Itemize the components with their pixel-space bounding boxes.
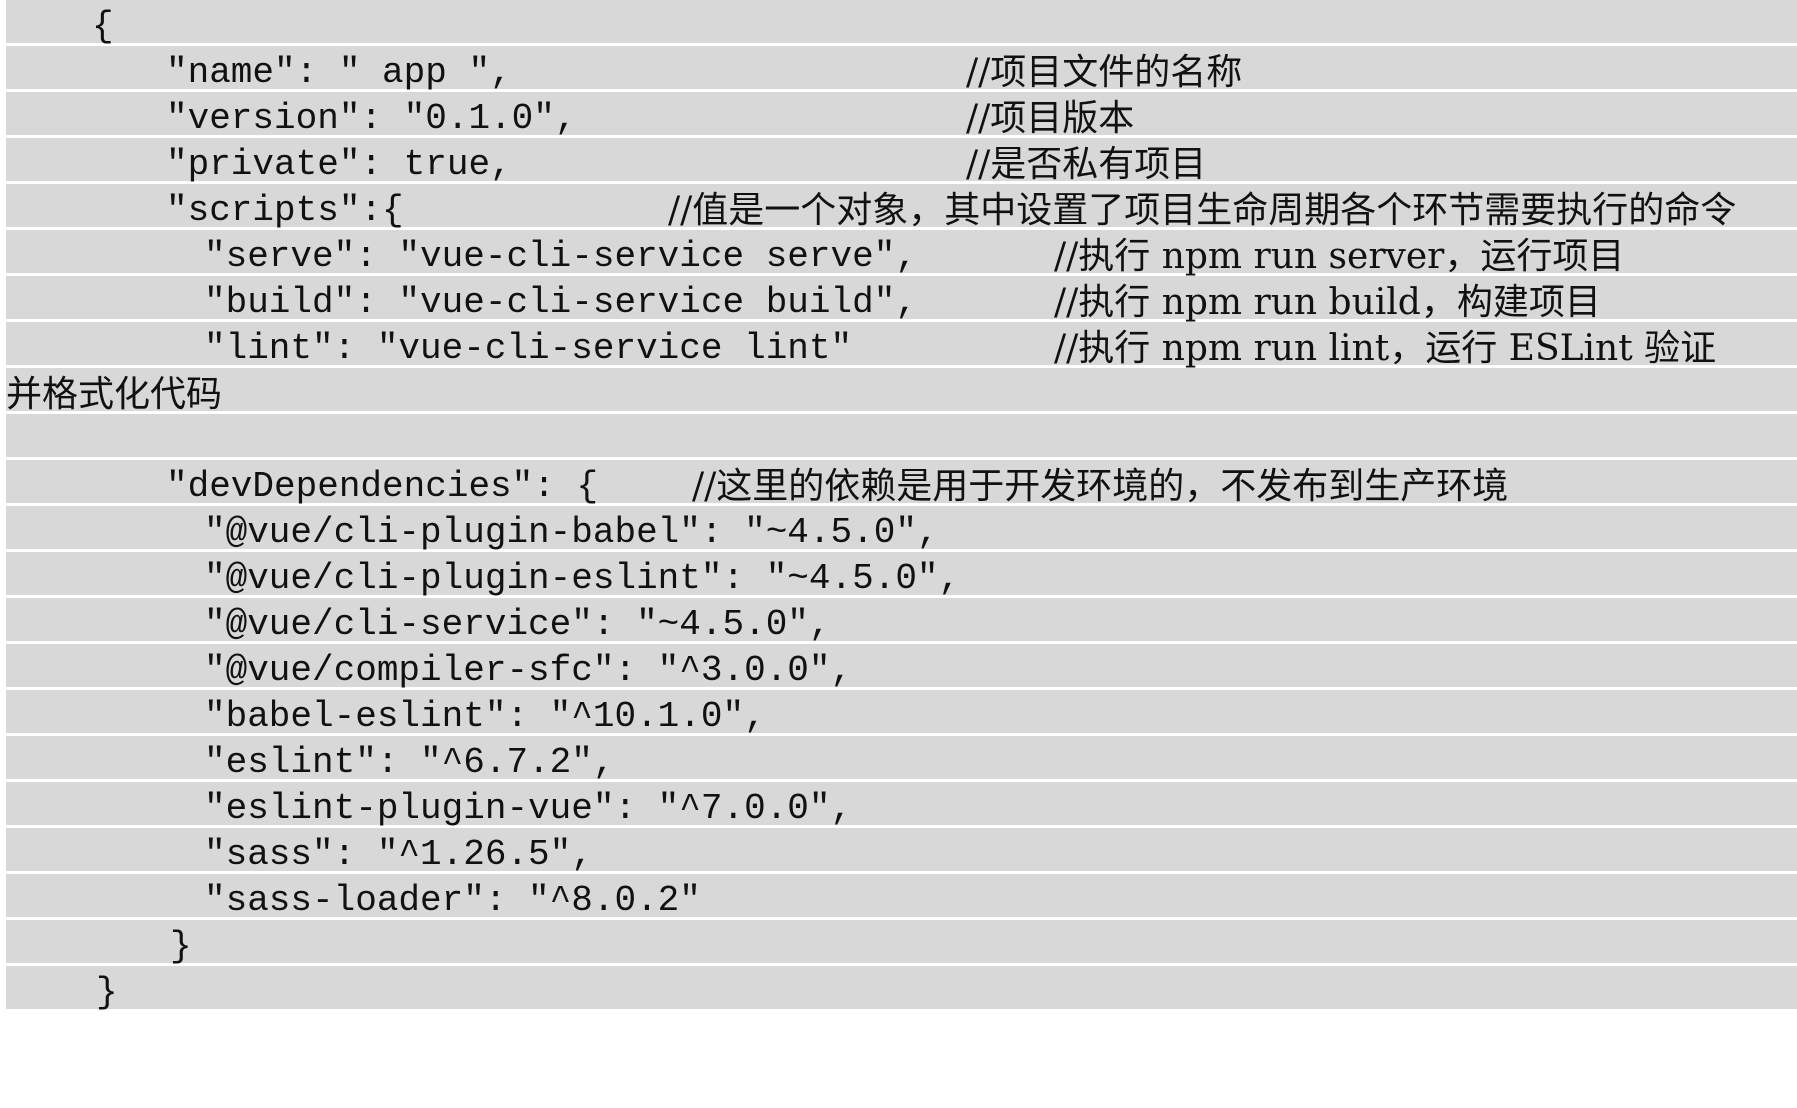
code-text: "@vue/cli-plugin-eslint": "~4.5.0", <box>204 558 961 599</box>
code-text: "lint": "vue-cli-service lint" <box>204 328 853 369</box>
line-band <box>6 414 1797 457</box>
line-band <box>6 0 1797 43</box>
code-text: } <box>170 926 192 967</box>
code-comment-continuation: 并格式化代码 <box>6 374 223 415</box>
code-comment: //项目文件的名称 <box>966 52 1243 93</box>
code-text: "@vue/compiler-sfc": "^3.0.0", <box>204 650 853 691</box>
code-line: "@vue/compiler-sfc": "^3.0.0", <box>0 648 852 694</box>
code-listing: { "name": " app ", //项目文件的名称 "version": … <box>0 0 1797 1013</box>
line-band <box>6 368 1797 411</box>
code-text: "build": "vue-cli-service build", <box>204 282 917 323</box>
code-comment: //是否私有项目 <box>966 144 1207 185</box>
code-text: "babel-eslint": "^10.1.0", <box>204 696 766 737</box>
code-line: "scripts":{ //值是一个对象，其中设置了项目生命周期各个环节需要执行… <box>0 188 1736 234</box>
code-comment: //这里的依赖是用于开发环境的，不发布到生产环境 <box>692 466 1509 507</box>
code-text: "sass": "^1.26.5", <box>204 834 593 875</box>
code-text: "serve": "vue-cli-service serve", <box>204 236 917 277</box>
code-line: } <box>0 924 192 970</box>
line-band <box>6 966 1797 1009</box>
code-line: "@vue/cli-plugin-eslint": "~4.5.0", <box>0 556 960 602</box>
code-comment: //执行 npm run build，构建项目 <box>1054 282 1601 323</box>
code-text: "scripts":{ <box>166 190 404 231</box>
code-text: "@vue/cli-plugin-babel": "~4.5.0", <box>204 512 939 553</box>
code-line: "@vue/cli-service": "~4.5.0", <box>0 602 831 648</box>
code-line: "sass": "^1.26.5", <box>0 832 593 878</box>
line-band <box>6 920 1797 963</box>
code-text: } <box>96 972 118 1013</box>
code-line: "lint": "vue-cli-service lint" //执行 npm … <box>0 326 1716 372</box>
code-line: "@vue/cli-plugin-babel": "~4.5.0", <box>0 510 939 556</box>
code-line: "sass-loader": "^8.0.2" <box>0 878 701 924</box>
code-line: "private": true, //是否私有项目 <box>0 142 1206 188</box>
code-text: "@vue/cli-service": "~4.5.0", <box>204 604 831 645</box>
code-comment: //执行 npm run server，运行项目 <box>1054 236 1625 277</box>
code-line: "devDependencies": { //这里的依赖是用于开发环境的，不发布… <box>0 464 1508 510</box>
code-line: "eslint": "^6.7.2", <box>0 740 614 786</box>
code-text: "version": "0.1.0", <box>166 98 577 139</box>
code-line: "serve": "vue-cli-service serve", //执行 n… <box>0 234 1624 280</box>
code-line: "babel-eslint": "^10.1.0", <box>0 694 766 740</box>
code-line: "build": "vue-cli-service build", //执行 n… <box>0 280 1601 326</box>
code-text: "eslint-plugin-vue": "^7.0.0", <box>204 788 853 829</box>
code-comment: //值是一个对象，其中设置了项目生命周期各个环节需要执行的命令 <box>668 190 1737 231</box>
code-comment: //执行 npm run lint，运行 ESLint 验证 <box>1054 328 1717 369</box>
code-line: 并格式化代码 <box>0 372 222 418</box>
code-line: "name": " app ", //项目文件的名称 <box>0 50 1242 96</box>
code-text: "sass-loader": "^8.0.2" <box>204 880 701 921</box>
code-comment: //项目版本 <box>966 98 1135 139</box>
code-text: "name": " app ", <box>166 52 512 93</box>
code-text: "private": true, <box>166 144 512 185</box>
code-text: "eslint": "^6.7.2", <box>204 742 615 783</box>
code-line: "version": "0.1.0", //项目版本 <box>0 96 1134 142</box>
code-text: { <box>92 6 114 47</box>
code-text: "devDependencies": { <box>166 466 599 507</box>
code-line: "eslint-plugin-vue": "^7.0.0", <box>0 786 852 832</box>
code-line: } <box>0 970 118 1016</box>
code-line: { <box>0 4 114 50</box>
